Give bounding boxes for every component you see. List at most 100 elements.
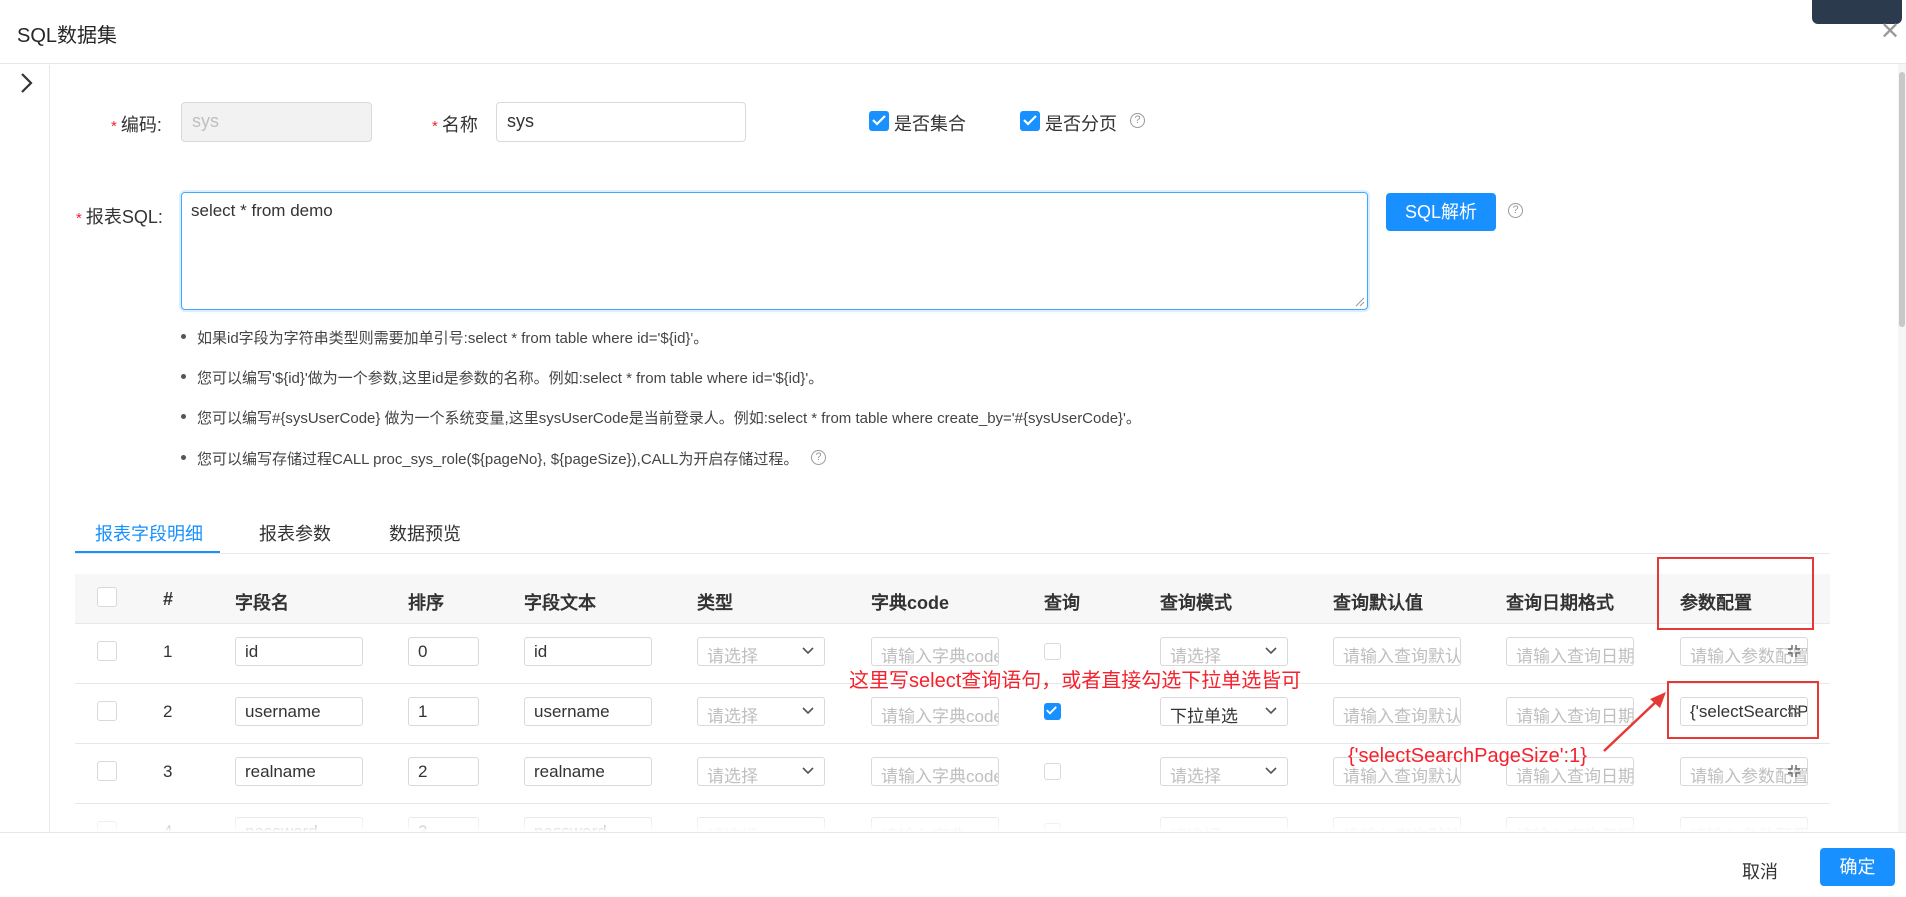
column-header: 字典code bbox=[871, 593, 950, 613]
help-icon[interactable]: ? bbox=[1130, 113, 1145, 128]
type-select[interactable]: 请选择 bbox=[697, 757, 825, 786]
dict-code-input[interactable]: 请输入字典code bbox=[871, 697, 999, 726]
name-input[interactable]: sys bbox=[496, 102, 746, 142]
param-config-input[interactable]: 请输入参数配置 bbox=[1680, 817, 1808, 832]
sql-parse-button[interactable]: SQL解析 bbox=[1386, 193, 1496, 231]
column-header: 字段文本 bbox=[524, 593, 596, 613]
query-checkbox[interactable] bbox=[1044, 643, 1061, 660]
query-mode-select[interactable]: 请选择 bbox=[1160, 637, 1288, 666]
dict-code-input[interactable]: 请输入字典code bbox=[871, 817, 999, 832]
annotation-box-cell bbox=[1667, 681, 1819, 739]
expand-icon[interactable] bbox=[1787, 764, 1801, 778]
is-paged-label: 是否分页 bbox=[1045, 114, 1117, 134]
scrollbar-thumb[interactable] bbox=[1899, 72, 1905, 327]
cancel-button[interactable]: 取消 bbox=[1742, 858, 1778, 884]
chevron-down-icon bbox=[1265, 707, 1277, 715]
tab-data-preview[interactable]: 数据预览 bbox=[389, 520, 461, 546]
expand-icon[interactable] bbox=[1787, 644, 1801, 658]
column-header: 排序 bbox=[408, 593, 444, 613]
chevron-down-icon bbox=[802, 767, 814, 775]
tab-field-details[interactable]: 报表字段明细 bbox=[95, 520, 203, 546]
help-icon[interactable]: ? bbox=[811, 450, 826, 465]
sql-text: select * from demo bbox=[191, 201, 333, 220]
dict-code-input[interactable]: 请输入字典code bbox=[871, 637, 999, 666]
select-all-checkbox[interactable] bbox=[97, 587, 117, 607]
annotation-arrow-icon bbox=[1603, 692, 1666, 752]
chevron-down-icon bbox=[1265, 647, 1277, 655]
field-text-input[interactable]: id bbox=[524, 637, 652, 666]
column-header: # bbox=[163, 589, 174, 609]
query-mode-select[interactable]: 下拉单选 bbox=[1160, 697, 1288, 726]
row-index: 3 bbox=[163, 762, 173, 781]
scroll-fade bbox=[75, 815, 1830, 832]
is-collection-checkbox[interactable] bbox=[869, 111, 889, 131]
code-label: * 编码: bbox=[111, 115, 162, 135]
query-checkbox[interactable] bbox=[1044, 823, 1061, 832]
row-checkbox[interactable] bbox=[97, 821, 117, 832]
annotation-box-header bbox=[1657, 557, 1814, 630]
row-checkbox[interactable] bbox=[97, 701, 117, 721]
type-select[interactable]: 请选择 bbox=[697, 637, 825, 666]
annotation-hint: 这里写select查询语句，或者直接勾选下拉单选皆可 bbox=[849, 670, 1302, 692]
row-checkbox[interactable] bbox=[97, 761, 117, 781]
query-date-format-input[interactable]: 请输入查询日期格式 bbox=[1506, 817, 1634, 832]
field-name-input[interactable]: realname bbox=[235, 757, 363, 786]
row-index: 1 bbox=[163, 642, 173, 661]
order-input[interactable]: 1 bbox=[408, 697, 479, 726]
annotation-example: {'selectSearchPageSize':1} bbox=[1348, 745, 1587, 767]
modal-title: SQL数据集 bbox=[17, 25, 118, 47]
code-input[interactable]: sys bbox=[181, 102, 372, 142]
param-config-input[interactable]: 请输入参数配置 bbox=[1680, 637, 1808, 666]
ok-button[interactable]: 确定 bbox=[1820, 848, 1895, 886]
column-header: 类型 bbox=[697, 593, 733, 613]
query-default-input[interactable]: 请输入查询默认值 bbox=[1333, 697, 1461, 726]
modal-footer bbox=[0, 832, 1906, 897]
field-text-input[interactable]: password bbox=[524, 817, 652, 832]
query-checkbox[interactable] bbox=[1044, 763, 1061, 780]
resize-grip-icon[interactable] bbox=[1355, 297, 1365, 307]
note-item: 如果id字段为字符串类型则需要加单引号:select * from table … bbox=[180, 327, 708, 348]
chevron-down-icon bbox=[802, 647, 814, 655]
query-mode-select[interactable]: 请选择 bbox=[1160, 817, 1288, 832]
order-input[interactable]: 3 bbox=[408, 817, 479, 832]
query-date-format-input[interactable]: 请输入查询日期格式 bbox=[1506, 637, 1634, 666]
field-text-input[interactable]: realname bbox=[524, 757, 652, 786]
row-index: 4 bbox=[163, 822, 173, 832]
query-default-input[interactable]: 请输入查询默认值 bbox=[1333, 817, 1461, 832]
sql-textarea[interactable]: select * from demo bbox=[181, 192, 1368, 310]
close-icon[interactable]: ✕ bbox=[1880, 20, 1900, 44]
order-input[interactable]: 0 bbox=[408, 637, 479, 666]
type-select[interactable]: 请选择 bbox=[697, 817, 825, 832]
chevron-down-icon bbox=[802, 707, 814, 715]
is-paged-checkbox[interactable] bbox=[1020, 111, 1040, 131]
field-name-input[interactable]: id bbox=[235, 637, 363, 666]
help-icon[interactable]: ? bbox=[1508, 203, 1523, 218]
column-header: 查询模式 bbox=[1160, 593, 1232, 613]
modal-header: SQL数据集 ✕ bbox=[0, 0, 1906, 64]
is-collection-label: 是否集合 bbox=[894, 114, 966, 134]
dict-code-input[interactable]: 请输入字典code bbox=[871, 757, 999, 786]
row-divider bbox=[75, 803, 1830, 804]
query-mode-select[interactable]: 请选择 bbox=[1160, 757, 1288, 786]
note-item: 您可以编写#{sysUserCode} 做为一个系统变量,这里sysUserCo… bbox=[181, 407, 1141, 428]
param-config-input[interactable]: 请输入参数配置 bbox=[1680, 757, 1808, 786]
order-input[interactable]: 2 bbox=[408, 757, 479, 786]
row-index: 2 bbox=[163, 702, 173, 721]
tab-report-params[interactable]: 报表参数 bbox=[259, 520, 331, 546]
tab-divider bbox=[75, 553, 1830, 554]
field-text-input[interactable]: username bbox=[524, 697, 652, 726]
field-name-input[interactable]: username bbox=[235, 697, 363, 726]
sql-dataset-modal: SQL数据集 ✕ * 编码: sys * 名称 sys 是否集合 是否分页 ? * 报… bbox=[0, 0, 1906, 897]
type-select[interactable]: 请选择 bbox=[697, 697, 825, 726]
tab-active-indicator bbox=[75, 551, 220, 553]
row-checkbox[interactable] bbox=[97, 641, 117, 661]
column-header: 查询日期格式 bbox=[1506, 593, 1614, 613]
note-item: 您可以编写'${id}'做为一个参数,这里id是参数的名称。例如:select … bbox=[180, 367, 823, 388]
chevron-down-icon bbox=[1265, 767, 1277, 775]
chevron-right-icon[interactable] bbox=[20, 72, 34, 99]
query-checkbox[interactable] bbox=[1044, 703, 1061, 720]
query-default-input[interactable]: 请输入查询默认值 bbox=[1333, 637, 1461, 666]
row-divider bbox=[75, 743, 1830, 744]
field-name-input[interactable]: password bbox=[235, 817, 363, 832]
column-header: 查询默认值 bbox=[1333, 593, 1423, 613]
